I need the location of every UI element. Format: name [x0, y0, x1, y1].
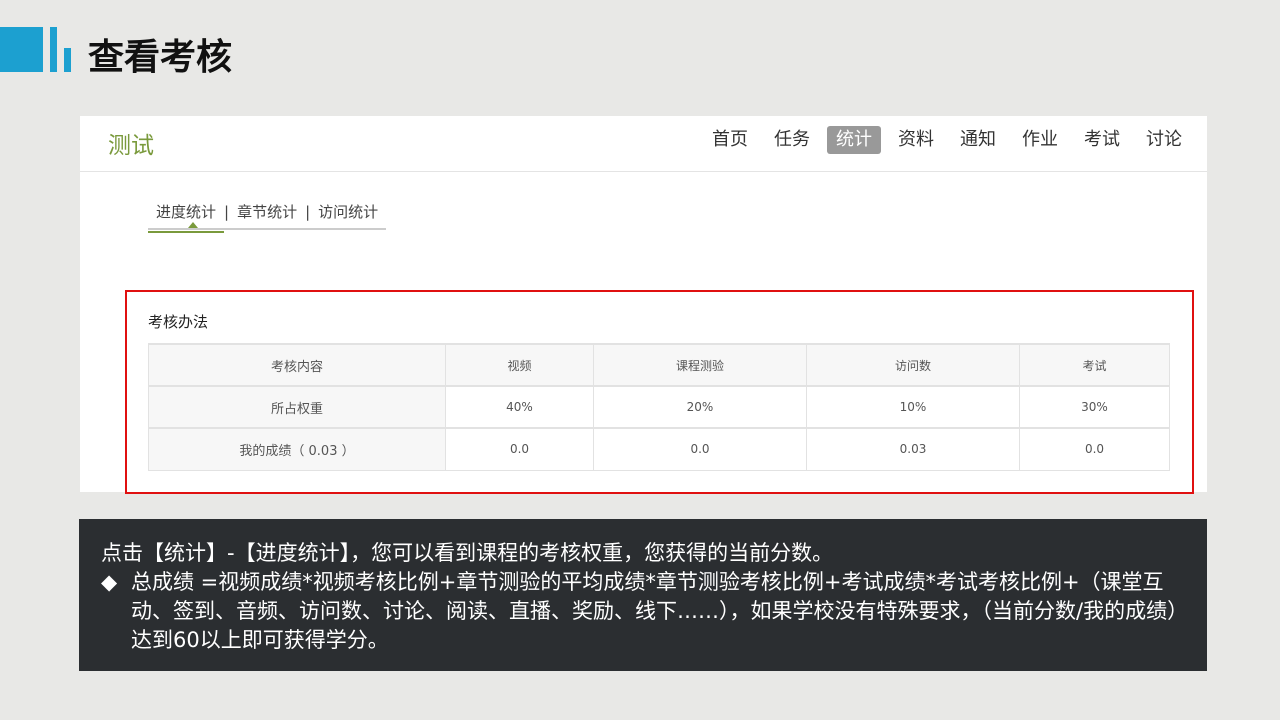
nav-homework[interactable]: 作业 [1013, 126, 1067, 154]
header-cell: 考试 [1019, 343, 1170, 387]
instruction-note: 点击【统计】-【进度统计】，您可以看到课程的考核权重，您获得的当前分数。 ◆ 总… [79, 519, 1207, 671]
assessment-table: 考核内容 视频 课程测验 访问数 考试 所占权重 40% 20% 10% 30%… [148, 343, 1170, 471]
title-bar-decoration [64, 48, 71, 72]
table-cell: 0.0 [593, 427, 807, 471]
course-nav: 首页 任务 统计 资料 通知 作业 考试 讨论 [695, 126, 1191, 154]
course-name: 测试 [108, 133, 154, 159]
nav-exams[interactable]: 考试 [1075, 126, 1129, 154]
header-cell: 课程测验 [593, 343, 807, 387]
header-cell: 考核内容 [148, 343, 446, 387]
title-bar-decoration [50, 27, 57, 72]
diamond-bullet-icon: ◆ [101, 570, 118, 594]
nav-tasks[interactable]: 任务 [765, 126, 819, 154]
tab-chapter-stats[interactable]: 章节统计 [229, 201, 305, 222]
stat-subtabs: 进度统计 | 章节统计 | 访问统计 [148, 195, 387, 233]
table-cell: 40% [445, 385, 594, 429]
note-formula: 总成绩 =视频成绩*视频考核比例+章节测验的平均成绩*章节测验考核比例+考试成绩… [131, 570, 1178, 652]
nav-notices[interactable]: 通知 [951, 126, 1005, 154]
table-cell: 10% [806, 385, 1020, 429]
table-cell: 0.0 [1019, 427, 1170, 471]
title-bar-decoration [0, 27, 43, 72]
section-title: 考核办法 [148, 313, 209, 331]
table-cell: 0.0 [445, 427, 594, 471]
table-header-row: 考核内容 视频 课程测验 访问数 考试 [148, 343, 1170, 387]
nav-materials[interactable]: 资料 [889, 126, 943, 154]
table-cell: 20% [593, 385, 807, 429]
nav-discussion[interactable]: 讨论 [1137, 126, 1191, 154]
tab-progress-stats[interactable]: 进度统计 [148, 201, 225, 233]
row-label: 所占权重 [148, 385, 446, 429]
slide-title: 查看考核 [88, 37, 233, 78]
note-line: 点击【统计】-【进度统计】，您可以看到课程的考核权重，您获得的当前分数。 [101, 541, 834, 565]
tab-visit-stats[interactable]: 访问统计 [310, 201, 386, 222]
nav-statistics[interactable]: 统计 [827, 126, 881, 154]
note-bullet-item: ◆ 总成绩 =视频成绩*视频考核比例+章节测验的平均成绩*章节测验考核比例+考试… [101, 568, 1185, 655]
nav-home[interactable]: 首页 [703, 126, 757, 154]
active-tab-indicator [188, 222, 198, 228]
table-cell: 30% [1019, 385, 1170, 429]
header-cell: 视频 [445, 343, 594, 387]
course-header: 测试 首页 任务 统计 资料 通知 作业 考试 讨论 [80, 116, 1207, 172]
header-cell: 访问数 [806, 343, 1020, 387]
row-label: 我的成绩（ 0.03 ） [148, 427, 446, 471]
table-row: 我的成绩（ 0.03 ） 0.0 0.0 0.03 0.0 [148, 427, 1170, 471]
table-cell: 0.03 [806, 427, 1020, 471]
table-row: 所占权重 40% 20% 10% 30% [148, 385, 1170, 429]
